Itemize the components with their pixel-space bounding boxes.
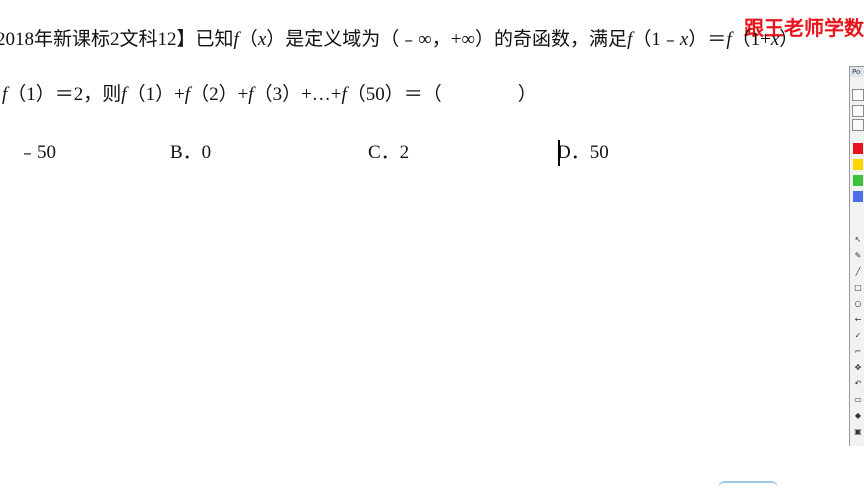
math-variable: x [770, 29, 780, 50]
loading-arc [718, 481, 778, 488]
question-text: ）＝ [688, 29, 727, 50]
color-swatch[interactable] [853, 191, 863, 202]
pen-tool-palette[interactable]: Po ↖ ✎ ╱ □ ○ ← ✓ ⌐ ✥ ↶ ▭ ◆ ▣ [849, 66, 864, 446]
pen-icon[interactable]: ✎ [853, 251, 863, 261]
question-text: 2018年新课标2文科12】已知 [0, 29, 234, 50]
question-text: （50）＝（ ） [346, 84, 537, 105]
check-icon[interactable]: ✓ [853, 331, 863, 341]
choice-c: C．2 [368, 142, 410, 163]
screen-icon[interactable]: ▣ [853, 427, 863, 437]
question-text: （3）+…+ [253, 84, 342, 105]
clear-icon[interactable]: ▭ [853, 395, 863, 405]
question-text: （2）+ [190, 84, 249, 105]
question-text: ）是定义域为（﹣∞，+∞）的奇函数，满足 [266, 29, 628, 50]
pointer-icon[interactable]: ↖ [853, 235, 863, 245]
color-swatch[interactable] [853, 143, 863, 154]
question-text: ） [779, 29, 799, 50]
question-text: （1）+ [126, 84, 185, 105]
color-swatch[interactable] [853, 159, 863, 170]
palette-button[interactable] [852, 105, 864, 117]
text-caret [558, 140, 560, 166]
palette-title: Po [850, 67, 864, 77]
rectangle-icon[interactable]: □ [853, 283, 863, 293]
choice-a: ﹣50 [18, 142, 57, 163]
line-icon[interactable]: ╱ [853, 267, 863, 277]
eraser-icon[interactable]: ◆ [853, 411, 863, 421]
choice-d: D．50 [557, 142, 609, 163]
palette-button[interactable] [852, 119, 864, 131]
question-text: （1）＝2，则 [7, 84, 122, 105]
question-text: （1﹣ [632, 29, 680, 50]
question-text: （ [238, 29, 258, 50]
undo-icon[interactable]: ↶ [853, 379, 863, 389]
question-line-2: f（1）＝2，则f（1）+f（2）+f（3）+…+f（50）＝（ ） [2, 84, 537, 106]
choice-b: B．0 [170, 142, 212, 163]
math-variable: x [257, 29, 267, 50]
question-line-1: 2018年新课标2文科12】已知f（x）是定义域为（﹣∞，+∞）的奇函数，满足f… [0, 29, 798, 51]
ellipse-icon[interactable]: ○ [853, 299, 863, 309]
color-swatch[interactable] [853, 175, 863, 186]
move-icon[interactable]: ✥ [853, 363, 863, 373]
question-text: （1+ [731, 29, 771, 50]
arrow-icon[interactable]: ← [853, 315, 863, 325]
frame-icon[interactable]: ⌐ [853, 347, 863, 357]
palette-button[interactable] [852, 89, 864, 101]
